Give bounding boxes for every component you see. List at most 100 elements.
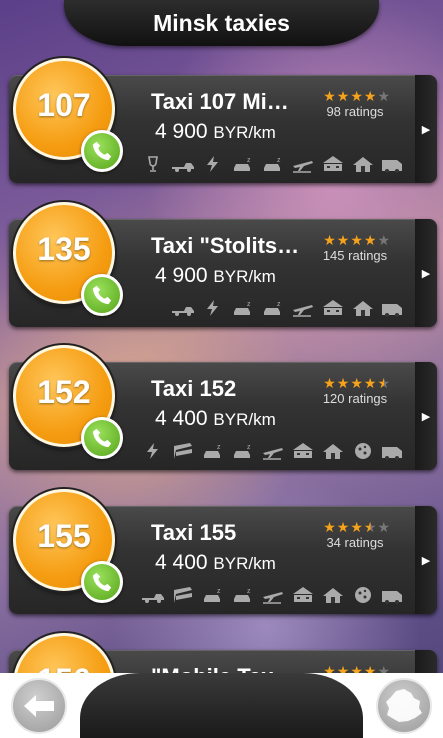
- star-full-icon: ★: [363, 88, 378, 104]
- star-full-icon: ★: [323, 232, 337, 248]
- taxi-price: 4 400 BYR/km: [155, 407, 276, 431]
- airport-icon: [293, 161, 313, 173]
- van-icon: [382, 304, 402, 317]
- call-button[interactable]: [81, 561, 123, 603]
- wine-icon: [148, 156, 158, 172]
- rating-stars: ★★★★★: [323, 88, 391, 105]
- ratings-count: 145 ratings: [322, 248, 388, 263]
- price-unit: BYR/km: [213, 410, 276, 429]
- feature-icons: zz: [171, 299, 405, 317]
- chevron-right-icon: ▶: [421, 554, 431, 567]
- pizza-icon: [355, 443, 371, 459]
- star-full-icon: ★: [363, 375, 378, 391]
- van-icon: [382, 591, 402, 604]
- bus-icon: [323, 300, 343, 315]
- star-full-icon: ★: [336, 88, 351, 104]
- taxi-number: 155: [37, 517, 91, 554]
- svg-text:z: z: [217, 588, 221, 595]
- taxi-number: 107: [37, 86, 91, 123]
- star-half-icon: ★: [363, 519, 378, 535]
- call-button[interactable]: [81, 274, 123, 316]
- feature-icons: zz: [141, 586, 405, 604]
- star-full-icon: ★: [323, 88, 337, 104]
- ratings-count: 34 ratings: [326, 535, 384, 550]
- phone-icon: [92, 141, 112, 161]
- taxi-number: 135: [37, 230, 91, 267]
- bottom-bar-curve: [80, 673, 363, 738]
- star-full-icon: ★: [350, 519, 364, 535]
- svg-text:z: z: [217, 444, 221, 451]
- bus-icon: [293, 587, 313, 602]
- airport-icon: [263, 448, 283, 460]
- star-empty-icon: ★: [377, 519, 391, 535]
- star-full-icon: ★: [323, 519, 337, 535]
- car-sleep-icon: z: [234, 301, 251, 315]
- lightning-icon: [147, 443, 158, 459]
- map-button[interactable]: [376, 678, 432, 734]
- price-value: 4 400: [155, 551, 208, 574]
- car-sleep-icon: z: [204, 588, 221, 602]
- page-title: Minsk taxies: [153, 9, 290, 36]
- details-arrow[interactable]: ▶: [415, 75, 437, 183]
- call-button[interactable]: [81, 417, 123, 459]
- ratings-count: 120 ratings: [322, 391, 388, 406]
- svg-text:z: z: [247, 301, 251, 308]
- pizza-icon: [355, 587, 371, 603]
- chevron-right-icon: ▶: [421, 123, 431, 136]
- star-full-icon: ★: [350, 375, 364, 391]
- svg-text:z: z: [277, 301, 281, 308]
- house-icon: [323, 588, 343, 603]
- car-sleep-icon: z: [264, 301, 281, 315]
- price-value: 4 900: [155, 120, 208, 143]
- star-full-icon: ★: [350, 232, 364, 248]
- chevron-right-icon: ▶: [421, 267, 431, 280]
- car-sleep-icon: z: [234, 588, 251, 602]
- rating-stars: ★★★★★: [323, 232, 391, 249]
- star-empty-icon: ★: [377, 88, 391, 104]
- price-unit: BYR/km: [213, 554, 276, 573]
- van-icon: [382, 447, 402, 460]
- bus-icon: [293, 443, 313, 458]
- details-arrow[interactable]: ▶: [415, 362, 437, 470]
- bus-icon: [323, 156, 343, 171]
- car-sleep-icon: z: [234, 444, 251, 458]
- star-full-icon: ★: [336, 375, 351, 391]
- star-full-icon: ★: [350, 88, 364, 104]
- feature-icons: zz: [141, 442, 405, 460]
- call-button[interactable]: [81, 130, 123, 172]
- svg-text:z: z: [277, 157, 281, 164]
- van-icon: [382, 160, 402, 173]
- svg-text:z: z: [247, 588, 251, 595]
- taxi-name: Taxi 155: [151, 520, 237, 545]
- house-icon: [353, 301, 373, 316]
- house-icon: [323, 444, 343, 459]
- star-full-icon: ★: [336, 519, 351, 535]
- price-value: 4 900: [155, 264, 208, 287]
- back-arrow-icon: [24, 695, 54, 717]
- details-arrow[interactable]: ▶: [415, 506, 437, 614]
- taxi-name: Taxi "Stolits…: [151, 233, 300, 258]
- svg-text:z: z: [247, 444, 251, 451]
- price-unit: BYR/km: [213, 267, 276, 286]
- tow-truck-icon: [172, 163, 194, 172]
- taxi-price: 4 900 BYR/km: [155, 120, 276, 144]
- header-bar: Minsk taxies: [64, 0, 379, 46]
- belarus-map-icon: [386, 689, 422, 722]
- chart-icon: [174, 587, 192, 603]
- details-arrow[interactable]: ▶: [415, 219, 437, 327]
- car-sleep-icon: z: [204, 444, 221, 458]
- lightning-icon: [207, 156, 218, 172]
- tow-truck-icon: [142, 594, 164, 603]
- rating-stars: ★★★★★: [323, 519, 391, 536]
- phone-icon: [92, 285, 112, 305]
- airport-icon: [263, 592, 283, 604]
- star-full-icon: ★: [363, 232, 378, 248]
- tow-truck-icon: [172, 307, 194, 316]
- star-full-icon: ★: [336, 232, 351, 248]
- taxi-name: Taxi 107 Mi…: [151, 89, 289, 114]
- back-button[interactable]: [11, 678, 67, 734]
- star-half-icon: ★: [377, 375, 391, 391]
- taxi-name: Taxi 152: [151, 376, 237, 401]
- taxi-number: 152: [37, 373, 91, 410]
- ratings-count: 98 ratings: [326, 104, 384, 119]
